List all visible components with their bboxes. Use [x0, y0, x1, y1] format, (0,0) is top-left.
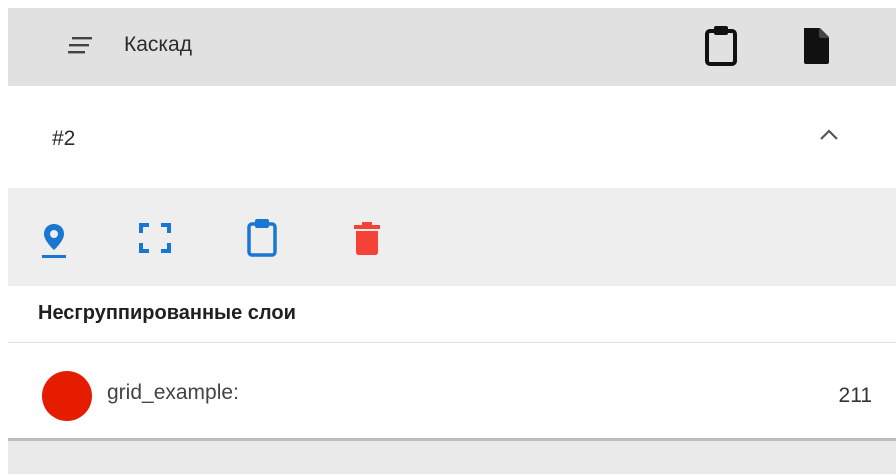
location-pin-icon[interactable]: [40, 222, 68, 260]
menu-lines-icon[interactable]: [68, 35, 94, 55]
layer-name: grid_example:: [107, 381, 239, 404]
layer-feature-count: 211: [838, 384, 872, 407]
topbar-title: Каскад: [124, 33, 192, 56]
layer-row[interactable]: grid_example: 211: [8, 343, 896, 439]
file-icon[interactable]: [801, 26, 831, 66]
next-group-edge: [8, 441, 896, 474]
fit-extent-icon[interactable]: [139, 223, 171, 253]
group-header[interactable]: #2: [8, 86, 896, 188]
delete-icon[interactable]: [353, 222, 381, 256]
group-toolbar: [8, 188, 896, 286]
layers-panel: Каскад #2 Несгруппированные слои grid_ex…: [8, 8, 896, 474]
clipboard-icon[interactable]: [704, 25, 738, 67]
chevron-up-icon[interactable]: [818, 126, 840, 142]
clipboard-icon[interactable]: [246, 218, 278, 258]
group-title: #2: [52, 127, 76, 150]
top-bar: Каскад: [8, 8, 896, 86]
section-title: Несгруппированные слои: [38, 302, 296, 324]
layer-color-dot: [42, 371, 92, 421]
